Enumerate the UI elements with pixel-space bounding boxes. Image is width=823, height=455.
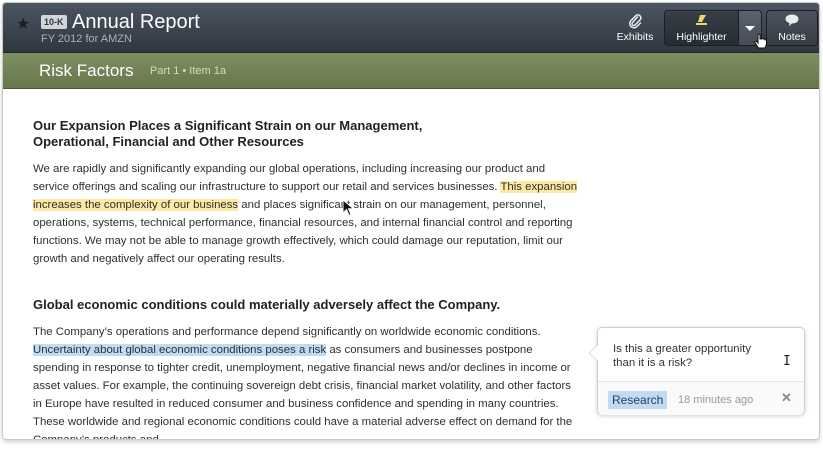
document-title: Annual Report	[72, 11, 200, 33]
highlighter-label: Highlighter	[676, 31, 727, 43]
risk-heading-economic: Global economic conditions could materia…	[33, 297, 501, 312]
highlighter-button-group: Highlighter	[664, 10, 762, 46]
risk-paragraph-economic: The Company’s operations and performance…	[33, 323, 581, 440]
note-footer: Research 18 minutes ago ✕	[598, 381, 804, 415]
section-subtitle: Part 1 • Item 1a	[150, 65, 226, 77]
section-header: Risk Factors Part 1 • Item 1a	[3, 53, 819, 89]
app-window: ★ 10-K Annual Report FY 2012 for AMZN Ex…	[2, 2, 820, 440]
note-popover: Is this a greater opportunity than it is…	[589, 327, 805, 415]
exhibits-button[interactable]: Exhibits	[610, 11, 660, 47]
exhibits-label: Exhibits	[616, 31, 654, 43]
document-subtitle: FY 2012 for AMZN	[41, 33, 132, 45]
popover-arrow-fill	[590, 345, 598, 361]
mouse-pointer-icon	[342, 199, 355, 217]
chevron-down-icon	[745, 26, 755, 31]
note-text[interactable]: Is this a greater opportunity than it is…	[613, 342, 773, 370]
risk-paragraph-expansion: We are rapidly and significantly expandi…	[33, 160, 578, 268]
note-timestamp: 18 minutes ago	[678, 394, 754, 406]
paragraph-text: We are rapidly and significantly expandi…	[33, 163, 546, 193]
top-toolbar: ★ 10-K Annual Report FY 2012 for AMZN Ex…	[3, 3, 819, 53]
star-icon[interactable]: ★	[16, 17, 32, 33]
blue-highlight[interactable]: Uncertainty about global economic condit…	[33, 344, 327, 356]
paperclip-icon	[610, 13, 660, 30]
notes-label: Notes	[778, 31, 806, 43]
section-title: Risk Factors	[39, 61, 134, 80]
text-cursor-icon: I	[783, 354, 791, 369]
highlighter-icon	[665, 13, 738, 30]
notes-button[interactable]: Notes	[766, 10, 818, 46]
note-tag[interactable]: Research	[608, 391, 668, 409]
hand-cursor-icon	[754, 33, 767, 49]
close-icon[interactable]: ✕	[781, 391, 792, 405]
speech-bubble-icon	[767, 13, 817, 30]
paragraph-text: as consumers and businesses postpone spe…	[33, 344, 573, 440]
risk-heading-expansion: Our Expansion Places a Significant Strai…	[33, 118, 423, 149]
highlighter-button[interactable]: Highlighter	[665, 11, 738, 45]
paragraph-text: The Company’s operations and performance…	[33, 326, 541, 338]
document-type-badge: 10-K	[41, 15, 67, 29]
